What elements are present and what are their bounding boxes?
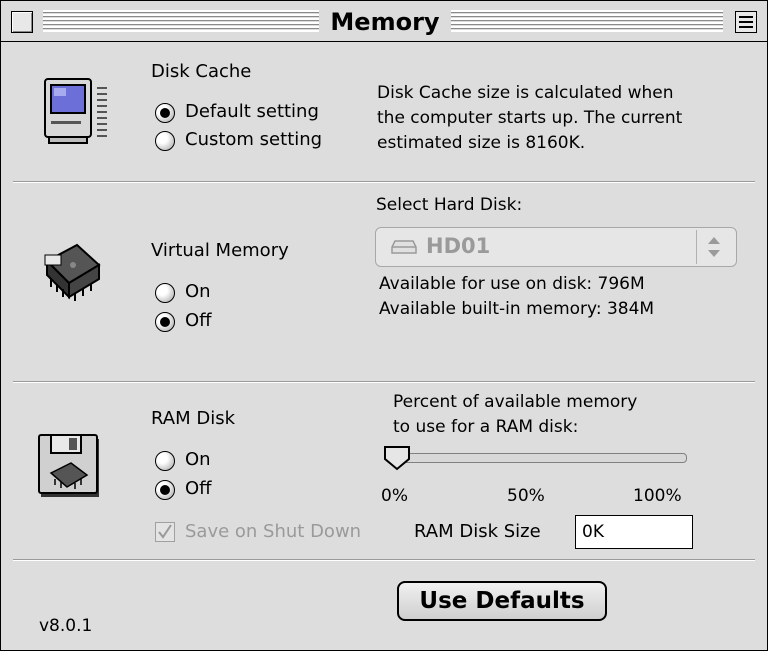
available-disk-text: Available for use on disk: 796M [379, 274, 645, 294]
close-box[interactable] [11, 11, 33, 33]
checkmark-icon [158, 524, 172, 539]
title-bar[interactable]: Memory [1, 1, 767, 42]
disk-cache-description-line-1: Disk Cache size is calculated when [377, 83, 674, 103]
virtual-memory-off-radio[interactable] [155, 312, 175, 332]
ram-disk-label: RAM Disk [151, 408, 236, 429]
window-title: Memory [330, 8, 440, 36]
percent-label-line-1: Percent of available memory [393, 392, 638, 412]
virtual-memory-label: Virtual Memory [151, 240, 289, 261]
default-setting-label[interactable]: Default setting [185, 101, 319, 123]
select-hard-disk-label: Select Hard Disk: [376, 195, 523, 215]
slider-tick-100: 100% [633, 486, 682, 506]
memory-chip-icon [44, 243, 101, 301]
hard-disk-value: HD01 [426, 234, 491, 258]
custom-setting-radio[interactable] [155, 131, 175, 151]
control-panel-content: Disk Cache Default setting Custom settin… [13, 51, 755, 645]
version-label: v8.0.1 [39, 616, 93, 636]
virtual-memory-off-label[interactable]: Off [185, 310, 212, 332]
ram-disk-off-label[interactable]: Off [185, 478, 212, 500]
disk-cache-description-line-3: estimated size is 8160K. [377, 133, 586, 153]
available-memory-text: Available built-in memory: 384M [379, 299, 655, 319]
ram-disk-off-radio[interactable] [155, 480, 175, 500]
popup-divider [696, 230, 697, 264]
ram-disk-icon [38, 434, 99, 497]
save-on-shutdown-label[interactable]: Save on Shut Down [185, 521, 361, 543]
ram-disk-size-label: RAM Disk Size [414, 521, 541, 542]
slider-tick-50: 50% [507, 486, 545, 506]
ram-disk-on-radio[interactable] [155, 451, 175, 471]
title-stripes-left [43, 10, 319, 32]
virtual-memory-on-radio[interactable] [155, 283, 175, 303]
popup-arrows-icon [708, 237, 720, 257]
percent-label-line-2: to use for a RAM disk: [393, 417, 579, 437]
disk-cache-label: Disk Cache [151, 61, 252, 82]
title-stripes-right [451, 10, 723, 32]
hard-disk-icon [391, 240, 417, 254]
default-setting-radio[interactable] [155, 103, 175, 123]
disk-cache-description-line-2: the computer starts up. The current [377, 108, 683, 128]
hard-disk-popup[interactable]: HD01 [375, 227, 737, 267]
section-divider [13, 381, 755, 383]
section-divider [13, 181, 755, 183]
save-on-shutdown-checkbox[interactable] [155, 522, 175, 542]
ram-disk-slider-track[interactable] [395, 453, 687, 463]
virtual-memory-on-label[interactable]: On [185, 281, 211, 303]
collapse-box[interactable] [735, 11, 757, 33]
computer-icon [44, 78, 107, 144]
slider-tick-0: 0% [381, 486, 408, 506]
ram-disk-size-field[interactable]: 0K [575, 515, 693, 549]
ram-disk-slider-thumb[interactable] [383, 445, 411, 471]
memory-window: Memory Disk Cache Default setting Custom… [0, 0, 768, 651]
ram-disk-on-label[interactable]: On [185, 449, 211, 471]
custom-setting-label[interactable]: Custom setting [185, 129, 322, 151]
use-defaults-button[interactable]: Use Defaults [397, 581, 607, 621]
section-divider [13, 559, 755, 561]
